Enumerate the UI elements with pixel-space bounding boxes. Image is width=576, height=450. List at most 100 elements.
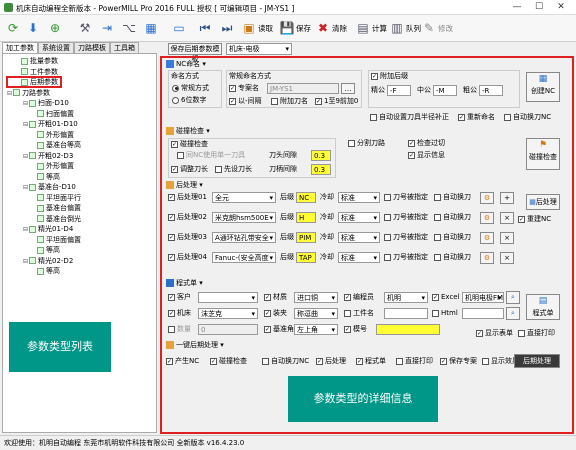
fixture-select[interactable]: 称逗曲 bbox=[294, 308, 338, 319]
tree-item[interactable]: 外形偏置 bbox=[6, 161, 156, 172]
tree-expand-icon[interactable]: ⊟ bbox=[22, 152, 29, 163]
post-row-checkbox[interactable]: ✓ 后处理03 bbox=[168, 232, 207, 243]
html-input[interactable] bbox=[462, 308, 504, 319]
tree-expand-icon[interactable]: ⊟ bbox=[22, 257, 29, 268]
collision-check-button[interactable]: ⚑ 碰撞检查 bbox=[526, 138, 560, 170]
project-name-checkbox[interactable]: ✓ 专案名 bbox=[229, 83, 259, 94]
radio-regular[interactable]: 常规方式 bbox=[172, 83, 209, 94]
tool-gap-input[interactable]: 0.3 bbox=[311, 150, 331, 161]
model-input[interactable] bbox=[376, 324, 440, 335]
oneclick-option[interactable]: 直接打印 bbox=[396, 356, 433, 367]
opt-append-tool[interactable]: 附加刀名 bbox=[271, 96, 308, 107]
html-search-icon[interactable]: ⌕ bbox=[506, 307, 520, 320]
post-processor-select[interactable]: 全元 bbox=[212, 192, 276, 203]
holder-gap-input[interactable]: 0.3 bbox=[311, 164, 331, 175]
modify-button[interactable]: 修改 bbox=[438, 19, 453, 38]
opt-rename[interactable]: ✓ 重新命名 bbox=[458, 112, 495, 123]
opt-pad-zero[interactable]: ✓ 1至9前加0 bbox=[315, 96, 358, 107]
add-icon[interactable]: ⊕ bbox=[46, 19, 64, 38]
suffix-input[interactable]: NC bbox=[296, 192, 316, 203]
tree-item[interactable]: ⊟ 扫面-D10 bbox=[6, 98, 156, 109]
coolant-select[interactable]: 标准 bbox=[338, 252, 380, 263]
oneclick-section-header[interactable]: 一键后期处理 ▾ bbox=[166, 340, 224, 351]
mid-suffix-input[interactable]: -M bbox=[433, 85, 457, 96]
coolant-select[interactable]: 标准 bbox=[338, 232, 380, 243]
suffix-input[interactable]: PIM bbox=[296, 232, 316, 243]
opt-dash-separator[interactable]: ✓ 以-间隔 bbox=[229, 96, 262, 107]
programmer-checkbox[interactable]: ✓ 编程员 bbox=[344, 292, 374, 303]
qty-checkbox[interactable]: 数量 bbox=[168, 324, 191, 335]
tree-expand-icon[interactable]: ⊟ bbox=[22, 225, 29, 236]
opt-auto-change[interactable]: 自动换刀 bbox=[434, 212, 471, 223]
clear-button[interactable]: 清除 bbox=[332, 19, 347, 38]
grid-icon[interactable]: ▦ bbox=[142, 19, 160, 38]
opt-auto-change-nc[interactable]: 自动换刀NC bbox=[504, 112, 551, 123]
post-processor-select[interactable]: Fanuc-(安全高度 bbox=[212, 252, 276, 263]
queue-icon[interactable]: ▥ bbox=[388, 19, 406, 38]
post-processor-select[interactable]: 米克朗hsm500E bbox=[212, 212, 276, 223]
tree-expand-icon[interactable]: ⊟ bbox=[22, 183, 29, 194]
tree-item[interactable]: 外形偏置 bbox=[6, 130, 156, 141]
tree-expand-icon[interactable]: ⊟ bbox=[6, 89, 13, 100]
post-row-add-icon[interactable]: × bbox=[500, 212, 514, 224]
queue-button[interactable]: 队列 bbox=[406, 19, 421, 38]
tree-item[interactable]: ⊟ 开粗01-D10 bbox=[6, 119, 156, 130]
tree-item[interactable]: 扫面偏置 bbox=[6, 109, 156, 120]
tree-item[interactable]: 等高 bbox=[6, 245, 156, 256]
create-nc-button[interactable]: ▦ 创建NC bbox=[526, 72, 560, 102]
oneclick-option[interactable]: ✓ 产生NC bbox=[166, 356, 199, 367]
tree-item[interactable]: 平坦面平行 bbox=[6, 193, 156, 204]
material-select[interactable]: 进口铜 bbox=[294, 292, 338, 303]
clear-icon[interactable]: ✖ bbox=[314, 19, 332, 38]
datum-select[interactable]: 左上角 bbox=[294, 324, 338, 335]
tree-item[interactable]: ⊟ 刀路参数 bbox=[6, 88, 156, 99]
opt-tool-number[interactable]: 刀号被指定 bbox=[384, 252, 428, 263]
post-row-add-icon[interactable]: × bbox=[500, 232, 514, 244]
excel-search-icon[interactable]: ⌕ bbox=[506, 291, 520, 304]
read-icon[interactable]: ▣ bbox=[240, 19, 258, 38]
oneclick-option[interactable]: ✓ 保存专案 bbox=[440, 356, 477, 367]
excel-checkbox[interactable]: ✓ Excel bbox=[432, 292, 460, 303]
program-section-header[interactable]: 程式单 ▾ bbox=[166, 278, 203, 289]
tree-expand-icon[interactable]: ⊟ bbox=[22, 99, 29, 110]
tree-expand-icon[interactable]: ⊟ bbox=[22, 120, 29, 131]
opt-tool-number[interactable]: 刀号被指定 bbox=[384, 232, 428, 243]
post-row-add-icon[interactable]: + bbox=[500, 192, 514, 204]
opt-auto-change[interactable]: 自动换刀 bbox=[434, 192, 471, 203]
oneclick-option[interactable]: ✓ 后处理 bbox=[316, 356, 346, 367]
machine-field[interactable]: 沫芝克 bbox=[198, 308, 258, 319]
edit-icon[interactable]: ✎ bbox=[420, 19, 438, 38]
opt-check-overcut[interactable]: ✓ 检查过切 bbox=[408, 138, 445, 149]
opt-show-table[interactable]: ✓ 显示表单 bbox=[476, 328, 513, 339]
post-settings-icon[interactable]: ⚙ bbox=[480, 252, 494, 264]
post-row-checkbox[interactable]: ✓ 后处理02 bbox=[168, 212, 207, 223]
opt-single-tool[interactable]: 同NC使用单一刀具 bbox=[177, 150, 245, 161]
post-section-header[interactable]: 后处理 ▾ bbox=[166, 180, 203, 191]
workpiece-input[interactable] bbox=[384, 308, 428, 319]
program-sheet-button[interactable]: ▤ 程式单 bbox=[526, 294, 560, 320]
fine-suffix-input[interactable]: -F bbox=[387, 85, 411, 96]
tree-item[interactable]: 等高 bbox=[6, 172, 156, 183]
suffix-checkbox[interactable]: ✓ 附加后缀 bbox=[371, 71, 408, 82]
radio-six-digit[interactable]: 6位数字 bbox=[172, 95, 206, 106]
customer-select[interactable] bbox=[198, 292, 258, 303]
post-row-checkbox[interactable]: ✓ 后处理01 bbox=[168, 192, 207, 203]
machine-select[interactable]: 机床-电极 bbox=[226, 43, 292, 55]
opt-preset-length[interactable]: 先设刀长 bbox=[215, 164, 252, 175]
opt-adjust-length[interactable]: ✓ 调整刀长 bbox=[171, 164, 208, 175]
save-button[interactable]: 保存 bbox=[296, 19, 311, 38]
opt-collision-check[interactable]: ✓ 碰撞检查 bbox=[171, 139, 208, 150]
tool-icon[interactable]: ⚒ bbox=[76, 19, 94, 38]
oneclick-option[interactable]: 自动换刀NC bbox=[262, 356, 309, 367]
post-settings-icon[interactable]: ⚙ bbox=[480, 212, 494, 224]
collision-section-header[interactable]: 碰撞检查 ▾ bbox=[166, 126, 210, 137]
workpiece-checkbox[interactable]: 工件名 bbox=[344, 308, 374, 319]
oneclick-option[interactable]: ✓ 程式单 bbox=[356, 356, 386, 367]
rough-suffix-input[interactable]: -R bbox=[479, 85, 503, 96]
opt-auto-radius[interactable]: 自动设置刀具半径补正 bbox=[370, 112, 449, 123]
suffix-input[interactable]: H bbox=[296, 212, 316, 223]
tree-item[interactable]: 等高 bbox=[6, 266, 156, 277]
post-processor-select[interactable]: A通环钻孔带安全 bbox=[212, 232, 276, 243]
tree-item[interactable]: 基准台倒光 bbox=[6, 214, 156, 225]
pick-name-button[interactable]: … bbox=[341, 83, 355, 94]
